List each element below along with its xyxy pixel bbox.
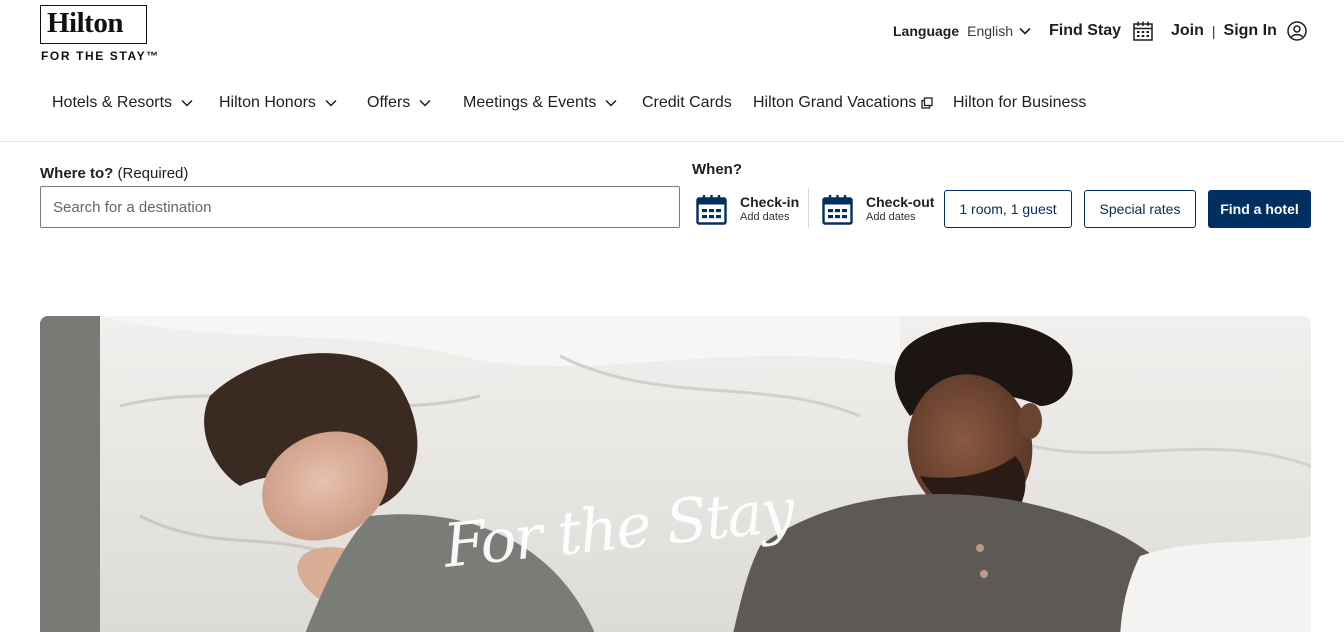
destination-input[interactable]: [40, 186, 680, 228]
user-icon[interactable]: [1287, 21, 1307, 41]
nav-label: Hilton for Business: [953, 94, 1087, 111]
hilton-logo[interactable]: Hilton FOR THE STAY™: [40, 5, 158, 65]
check-out-label: Check-out: [866, 194, 935, 210]
nav-offers[interactable]: Offers: [367, 92, 431, 114]
nav-label: Credit Cards: [642, 94, 732, 111]
when-label: When?: [692, 161, 742, 178]
account-links: Join | Sign In: [1171, 20, 1307, 42]
hero-banner: For the Stay: [40, 316, 1311, 632]
language-label: Language: [893, 23, 960, 39]
destination-label: Where to? (Required): [40, 165, 188, 182]
chevron-down-icon: [1019, 27, 1031, 35]
nav-label: Hilton Grand Vacations: [753, 94, 917, 111]
date-divider: [808, 188, 809, 228]
language-selector[interactable]: Language English: [893, 20, 1031, 42]
logo-tagline: FOR THE STAY™: [41, 49, 160, 63]
calendar-icon: [696, 194, 727, 225]
nav-label: Meetings & Events: [463, 94, 597, 111]
language-value: English: [967, 23, 1014, 39]
rooms-guests-button[interactable]: 1 room, 1 guest: [944, 190, 1072, 228]
calendar-icon: [1133, 21, 1153, 41]
check-in-label: Check-in: [740, 194, 800, 210]
special-rates-button[interactable]: Special rates: [1084, 190, 1196, 228]
find-stay-label: Find Stay: [1049, 22, 1122, 39]
nav-hilton-honors[interactable]: Hilton Honors: [219, 92, 337, 114]
nav-label: Offers: [367, 94, 411, 111]
nav-label: Hotels & Resorts: [52, 94, 173, 111]
nav-label: Hilton Honors: [219, 94, 316, 111]
sign-in-link[interactable]: Sign In: [1224, 22, 1277, 40]
destination-label-required: (Required): [117, 165, 189, 182]
find-stay-link[interactable]: Find Stay: [1049, 20, 1154, 42]
check-out-button[interactable]: Check-out Add dates: [822, 191, 934, 227]
site-header: Hilton FOR THE STAY™ Language English Fi…: [0, 0, 1344, 142]
chevron-down-icon: [181, 99, 193, 107]
calendar-icon: [822, 194, 853, 225]
nav-hilton-for-business[interactable]: Hilton for Business: [953, 92, 1086, 114]
account-separator: |: [1211, 23, 1216, 39]
external-link-icon: [921, 97, 933, 109]
check-in-sublabel: Add dates: [740, 211, 790, 223]
find-hotel-button[interactable]: Find a hotel: [1208, 190, 1311, 228]
chevron-down-icon: [419, 99, 431, 107]
chevron-down-icon: [605, 99, 617, 107]
join-link[interactable]: Join: [1171, 22, 1204, 40]
nav-meetings-events[interactable]: Meetings & Events: [463, 92, 617, 114]
logo-wordmark: Hilton: [47, 7, 123, 39]
check-out-text: Check-out Add dates: [866, 194, 934, 224]
nav-hotels-resorts[interactable]: Hotels & Resorts: [52, 92, 193, 114]
check-in-button[interactable]: Check-in Add dates: [696, 191, 799, 227]
check-in-text: Check-in Add dates: [740, 194, 799, 224]
nav-credit-cards[interactable]: Credit Cards: [642, 92, 732, 114]
nav-hilton-grand-vacations[interactable]: Hilton Grand Vacations: [753, 92, 933, 114]
hero-image: [40, 316, 1311, 632]
destination-label-main: Where to?: [40, 165, 114, 182]
chevron-down-icon: [325, 99, 337, 107]
check-out-sublabel: Add dates: [866, 211, 916, 223]
